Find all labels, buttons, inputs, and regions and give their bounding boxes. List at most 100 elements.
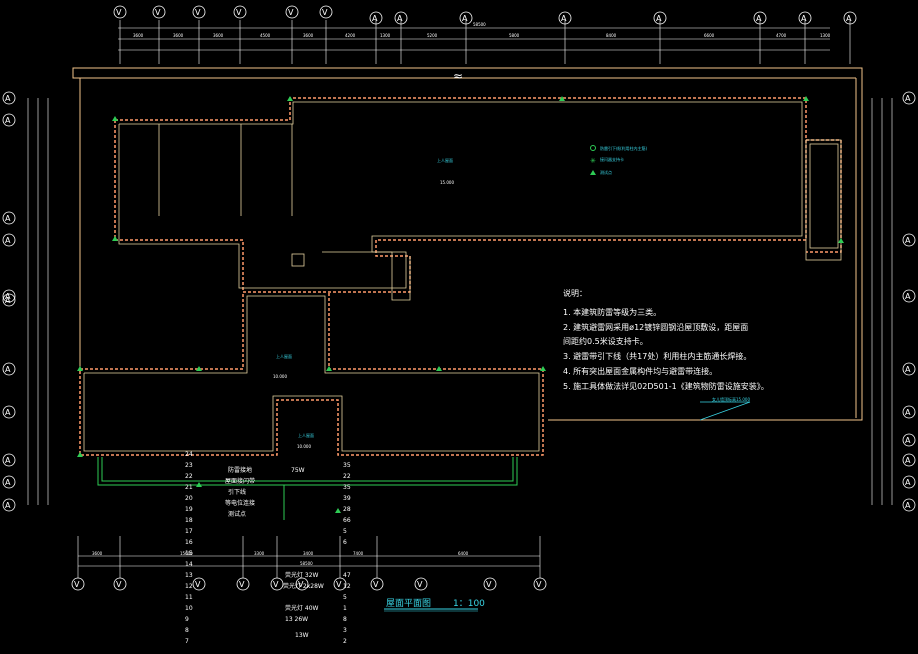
dimension-label: 7400 (353, 551, 364, 556)
svg-text:22: 22 (185, 473, 193, 480)
axis-label: A (5, 501, 11, 510)
dimension-label: 1300 (380, 33, 391, 38)
note-item: 1. 本建筑防雷等级为三类。 (563, 308, 662, 317)
axis-label: A (5, 236, 11, 245)
axis-label: V (116, 580, 122, 589)
axis-label: V (486, 580, 492, 589)
svg-text:17: 17 (185, 528, 193, 535)
room-label: 上人屋面 (276, 353, 292, 359)
legend-label: 防雷引下线(利用柱内主筋) (600, 145, 648, 151)
svg-text:28: 28 (343, 506, 351, 513)
dimension-label: 3600 (213, 33, 224, 38)
drawing-scale: 1：100 (453, 599, 485, 609)
svg-text:35: 35 (343, 484, 351, 491)
axis-label: A (5, 116, 11, 125)
elevation-label: 10.000 (273, 374, 287, 379)
dimension-label: 4500 (260, 33, 271, 38)
elevation-label: 10.000 (297, 444, 311, 449)
axis-label: A (5, 408, 11, 417)
legend-label: 接闪器支持卡 (600, 156, 624, 162)
material-table: 24 23 22 21 20 19 18 17 16 15 14 13 12 1… (185, 451, 351, 645)
svg-text:3: 3 (343, 627, 347, 634)
axis-label: A (905, 94, 911, 103)
roof-plan-drawing: 女儿墙顶标高15.000 ≈ 上人屋面 15.000 上人屋面 10.000 上… (2, 5, 916, 645)
design-notes: 说明： 1. 本建筑防雷等级为三类。 2. 建筑避雷网采用ø12镀锌圆钢沿屋顶敷… (563, 290, 769, 391)
svg-text:14: 14 (185, 561, 193, 568)
axis-label: A (462, 14, 468, 23)
axis-label: V (322, 8, 328, 17)
axis-label: V (155, 8, 161, 17)
dimension-label: 3600 (303, 33, 314, 38)
svg-text:8: 8 (343, 616, 347, 623)
total-dimension-label: 58500 (473, 22, 486, 27)
svg-text:35: 35 (343, 462, 351, 469)
axis-label: V (536, 580, 542, 589)
dimension-label: 6600 (704, 33, 715, 38)
svg-text:21: 21 (185, 484, 193, 491)
axis-label: A (801, 14, 807, 23)
svg-text:13W: 13W (295, 632, 309, 639)
legend-label: 测试点 (600, 169, 612, 175)
dimension-label: 3600 (92, 551, 103, 556)
axis-label: A (5, 365, 11, 374)
svg-text:10: 10 (185, 605, 193, 612)
axis-label: V (336, 580, 342, 589)
axis-label: V (74, 580, 80, 589)
svg-text:20: 20 (185, 495, 193, 502)
break-mark: ≈ (453, 69, 463, 83)
dimension-label: 6400 (458, 551, 469, 556)
note-item: 4. 所有突出屋面金属构件均与避雷带连接。 (563, 367, 718, 376)
axis-label: A (5, 214, 11, 223)
axis-label: A (905, 365, 911, 374)
room-label: 上人屋面 (437, 157, 453, 163)
svg-text:1: 1 (343, 605, 347, 612)
axis-label: V (417, 580, 423, 589)
svg-text:5: 5 (343, 528, 347, 535)
svg-text:24: 24 (185, 451, 193, 458)
axis-label: A (5, 478, 11, 487)
svg-text:13: 13 (185, 572, 193, 579)
axis-label: A (5, 456, 11, 465)
axis-label: V (236, 8, 242, 17)
svg-text:75W: 75W (291, 467, 305, 474)
svg-text:测试点: 测试点 (228, 510, 246, 518)
axis-label: A (846, 14, 852, 23)
dimension-label: 3300 (254, 551, 265, 556)
axis-label: A (397, 14, 403, 23)
axis-label: A (905, 292, 911, 301)
note-item: 2. 建筑避雷网采用ø12镀锌圆钢沿屋顶敷设，距屋面 (563, 323, 749, 332)
axis-label: V (239, 580, 245, 589)
svg-text:防雷接地: 防雷接地 (228, 466, 252, 474)
elevation-label: 15.000 (440, 180, 454, 185)
svg-text:屋面接闪带: 屋面接闪带 (225, 477, 255, 485)
axis-label: A (756, 14, 762, 23)
svg-text:荧光灯 40W: 荧光灯 40W (285, 604, 319, 612)
axis-label: V (288, 8, 294, 17)
svg-text:12: 12 (343, 583, 351, 590)
svg-text:荧光灯 32W: 荧光灯 32W (285, 571, 319, 579)
svg-text:23: 23 (185, 462, 193, 469)
right-axis-bubbles (902, 91, 916, 512)
dimension-label: 8400 (606, 33, 617, 38)
svg-text:16: 16 (185, 539, 193, 546)
dimension-label: 4700 (776, 33, 787, 38)
svg-text:47: 47 (343, 572, 351, 579)
axis-label: A (5, 296, 11, 305)
svg-text:39: 39 (343, 495, 351, 502)
note-item: 5. 施工具体做法详见02D501-1《建筑物防雷设施安装》。 (563, 382, 769, 391)
svg-text:13 26W: 13 26W (285, 616, 308, 623)
star-icon: ✳ (590, 157, 596, 165)
svg-text:66: 66 (343, 517, 351, 524)
note-item: 间距约0.5米设支持卡。 (563, 337, 648, 346)
triangle-icon (590, 170, 596, 175)
drawing-title: 屋面平面图 (386, 599, 432, 609)
axis-label: A (905, 501, 911, 510)
svg-text:11: 11 (185, 594, 193, 601)
svg-text:19: 19 (185, 506, 193, 513)
dimension-label: 3400 (303, 551, 314, 556)
svg-text:22: 22 (343, 473, 351, 480)
axis-label: A (905, 408, 911, 417)
svg-text:引下线: 引下线 (228, 488, 246, 496)
dimension-label: 3600 (173, 33, 184, 38)
svg-text:荧光灯 2x28W: 荧光灯 2x28W (283, 582, 324, 590)
